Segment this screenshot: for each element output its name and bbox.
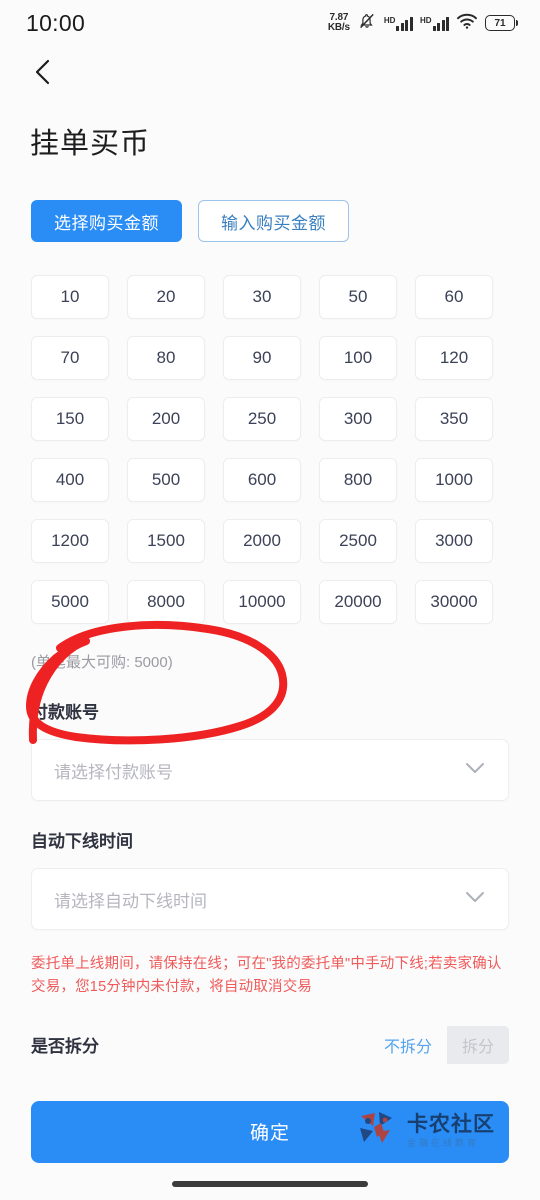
amount-option[interactable]: 350: [415, 397, 493, 441]
chevron-down-icon: [464, 761, 486, 780]
back-button[interactable]: [26, 57, 60, 91]
amount-option[interactable]: 2500: [319, 519, 397, 563]
amount-option[interactable]: 120: [415, 336, 493, 380]
amount-option[interactable]: 400: [31, 458, 109, 502]
chevron-left-icon: [32, 57, 54, 92]
page-title: 挂单买币: [30, 128, 151, 160]
payment-account-placeholder: 请选择付款账号: [54, 762, 173, 782]
hd-label-sim1: HD: [383, 15, 396, 25]
amount-option[interactable]: 70: [31, 336, 109, 380]
amount-option[interactable]: 30000: [415, 580, 493, 624]
amount-option[interactable]: 5000: [31, 580, 109, 624]
payment-account-field: 请选择付款账号: [0, 723, 540, 801]
bell-mute-icon: [357, 11, 377, 36]
split-option-yes[interactable]: 拆分: [446, 1025, 509, 1064]
amount-option[interactable]: 60: [415, 275, 493, 319]
amount-option[interactable]: 20000: [319, 580, 397, 624]
amount-grid: 10 20 30 50 60 70 80 90 100 120 150 200 …: [0, 242, 540, 624]
auto-offline-time-field: 请选择自动下线时间: [0, 852, 540, 930]
split-label: 是否拆分: [31, 1037, 99, 1057]
signal-strength-icon-sim2: HD: [420, 16, 449, 31]
amount-option[interactable]: 10000: [223, 580, 301, 624]
amount-option[interactable]: 800: [319, 458, 397, 502]
amount-option[interactable]: 20: [127, 275, 205, 319]
signal-bars-sim2: [432, 16, 449, 31]
tab-input-amount[interactable]: 输入购买金额: [198, 200, 349, 242]
amount-option[interactable]: 3000: [415, 519, 493, 563]
home-indicator: [172, 1181, 368, 1187]
amount-option[interactable]: 50: [319, 275, 397, 319]
amount-option[interactable]: 600: [223, 458, 301, 502]
payment-account-label: 付款账号: [31, 703, 99, 722]
hd-label-sim2: HD: [419, 15, 432, 25]
split-segmented-control: 不拆分 拆分: [368, 1025, 509, 1064]
payment-account-select[interactable]: 请选择付款账号: [31, 739, 509, 801]
signal-strength-icon-sim1: HD: [384, 16, 413, 31]
amount-option[interactable]: 1000: [415, 458, 493, 502]
amount-option[interactable]: 1200: [31, 519, 109, 563]
amount-option[interactable]: 1500: [127, 519, 205, 563]
amount-option[interactable]: 150: [31, 397, 109, 441]
tab-select-amount[interactable]: 选择购买金额: [31, 200, 182, 242]
amount-option[interactable]: 8000: [127, 580, 205, 624]
amount-option[interactable]: 200: [127, 397, 205, 441]
amount-option[interactable]: 100: [319, 336, 397, 380]
warning-notice: 委托单上线期间，请保持在线；可在"我的委托单"中手动下线;若卖家确认交易，您15…: [31, 956, 502, 996]
auto-offline-time-label: 自动下线时间: [31, 832, 133, 851]
battery-level-label: 71: [494, 17, 506, 29]
phone-screen: 10:00 7.87 KB/s HD HD 71 挂单买币 选择购买金额 输入购…: [0, 0, 540, 1200]
auto-offline-time-select[interactable]: 请选择自动下线时间: [31, 868, 509, 930]
signal-bars-sim1: [396, 16, 413, 31]
amount-option[interactable]: 2000: [223, 519, 301, 563]
amount-option[interactable]: 30: [223, 275, 301, 319]
amount-option[interactable]: 10: [31, 275, 109, 319]
status-bar: 10:00 7.87 KB/s HD HD 71: [0, 0, 540, 46]
amount-option[interactable]: 300: [319, 397, 397, 441]
wifi-icon: [456, 12, 478, 34]
split-option-no[interactable]: 不拆分: [368, 1025, 447, 1064]
nav-bar: [0, 46, 540, 102]
amount-option[interactable]: 250: [223, 397, 301, 441]
status-time: 10:00: [26, 9, 86, 36]
auto-offline-time-placeholder: 请选择自动下线时间: [54, 891, 207, 911]
submit-area: 确定 卡农社区 金融在线教育: [0, 1064, 540, 1163]
chevron-down-icon: [464, 890, 486, 909]
purchase-mode-tabs: 选择购买金额 输入购买金额: [0, 162, 540, 242]
status-icons: 7.87 KB/s HD HD 71: [328, 11, 518, 36]
amount-option[interactable]: 80: [127, 336, 205, 380]
network-speed-unit: KB/s: [327, 22, 350, 33]
confirm-button[interactable]: 确定: [31, 1100, 509, 1163]
max-purchase-hint: (单笔最大可购: 5000): [31, 654, 173, 671]
split-setting-row: 是否拆分 不拆分 拆分: [0, 1000, 540, 1064]
network-speed-indicator: 7.87 KB/s: [328, 13, 350, 33]
battery-icon: 71: [485, 15, 518, 31]
amount-option[interactable]: 500: [127, 458, 205, 502]
amount-option[interactable]: 90: [223, 336, 301, 380]
